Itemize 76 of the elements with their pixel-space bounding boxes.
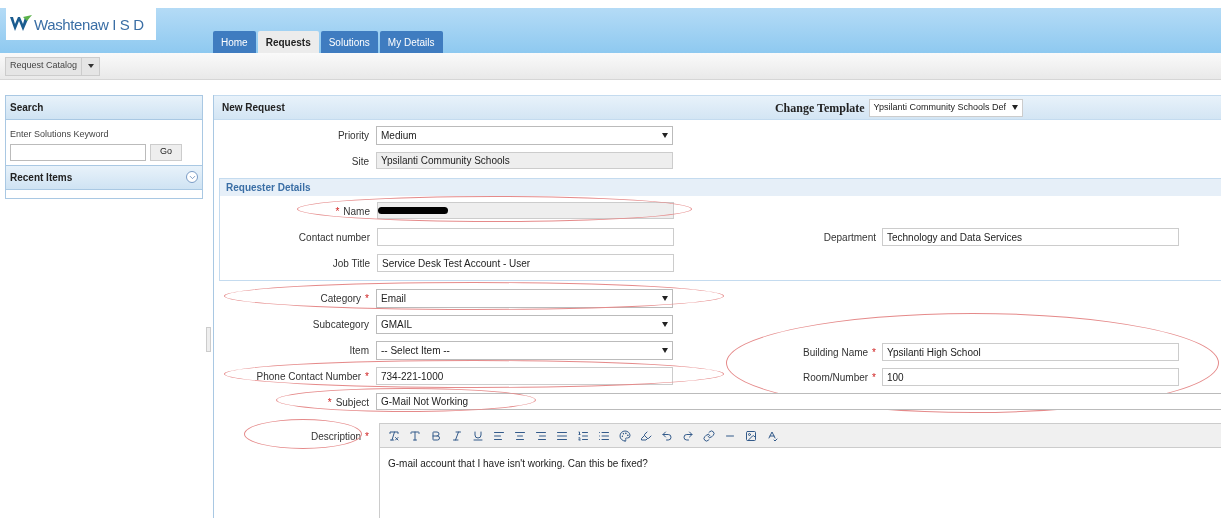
dropdown-arrow-icon: [662, 296, 668, 301]
text-style-icon[interactable]: [407, 428, 422, 443]
field-label: Subcategory: [312, 318, 369, 332]
caret-icon: [87, 64, 94, 68]
select-value: Medium: [381, 129, 417, 143]
form-title: New Request: [222, 101, 285, 115]
section-header: Requester Details: [220, 179, 1221, 196]
text-color-icon[interactable]: [617, 428, 632, 443]
field-label: Contact number: [298, 231, 370, 245]
field-label: Site: [351, 155, 369, 169]
expand-icon[interactable]: [186, 171, 198, 183]
required-mark: *: [327, 396, 332, 410]
read-only-field: Ypsilanti Community Schools: [376, 152, 673, 169]
splitter-handle[interactable]: [205, 327, 211, 352]
nav-tab[interactable]: Home: [213, 31, 256, 53]
select-field[interactable]: Medium: [376, 126, 673, 145]
select-value: Ypsilanti Community Schools Def: [873, 100, 1006, 114]
select-value: -- Select Item --: [381, 344, 450, 358]
redaction-bar: [378, 207, 448, 214]
input-field[interactable]: Service Desk Test Account - User: [377, 254, 674, 272]
required-mark: *: [365, 430, 369, 444]
required-mark: *: [365, 292, 369, 306]
image-icon[interactable]: [743, 428, 758, 443]
field-label: Priority: [337, 129, 369, 143]
link-icon[interactable]: [701, 428, 716, 443]
input-field[interactable]: 734-221-1000: [376, 367, 673, 385]
search-field[interactable]: [10, 143, 146, 161]
template-label: Change Template: [774, 99, 865, 117]
dropdown-arrow-icon: [662, 348, 668, 353]
field-label: Room/Number: [803, 371, 869, 385]
dropdown-arrow-icon: [662, 133, 668, 138]
search-label: Enter Solutions Keyword: [10, 128, 110, 141]
field-label: Name: [343, 205, 370, 219]
nav-tab[interactable]: My Details: [379, 31, 443, 53]
template-select[interactable]: Ypsilanti Community Schools Def: [868, 98, 1023, 117]
select-field[interactable]: GMAIL: [376, 315, 673, 334]
go-button[interactable]: Go: [150, 143, 182, 161]
select-field[interactable]: -- Select Item --: [376, 341, 673, 360]
field-label: Job Title: [332, 257, 370, 271]
panel-header: Search: [6, 96, 202, 120]
request-catalog-button[interactable]: Request Catalog: [5, 56, 83, 76]
logo-mark-icon: [10, 15, 32, 33]
required-mark: *: [872, 371, 876, 385]
description-text: G-mail account that I have isn't working. Can this be fixed?: [388, 458, 648, 469]
field-label: Subject: [335, 396, 369, 410]
field-label: Phone Contact Number: [256, 370, 362, 384]
name-field[interactable]: [377, 202, 674, 219]
select-field[interactable]: Email: [376, 289, 673, 308]
numbered-list-icon[interactable]: [575, 428, 590, 443]
nav-tab[interactable]: Solutions: [320, 31, 378, 53]
logo-text: Washtenaw I S D: [34, 16, 144, 32]
logo[interactable]: Washtenaw I S D: [6, 8, 156, 40]
input-field[interactable]: 100: [882, 368, 1179, 386]
select-value: Email: [381, 292, 406, 306]
dropdown-button[interactable]: [82, 56, 101, 76]
nav-tab[interactable]: Requests: [257, 31, 319, 53]
panel-title: Recent Items: [10, 170, 73, 185]
input-field[interactable]: Technology and Data Services: [882, 228, 1179, 246]
clear-format-icon[interactable]: [386, 428, 401, 443]
dropdown-arrow-icon: [662, 322, 668, 327]
field-label: Building Name: [803, 346, 869, 360]
undo-icon[interactable]: [659, 428, 674, 443]
input-field[interactable]: Ypsilanti High School: [882, 343, 1179, 361]
field-label: Category: [320, 292, 362, 306]
required-mark: *: [365, 370, 369, 384]
input-field[interactable]: [377, 228, 674, 246]
rich-text-editor[interactable]: G-mail account that I have isn't working. Can this be fixed?: [379, 423, 1221, 518]
dropdown-arrow-icon: [1012, 105, 1018, 110]
field-label: Department: [823, 231, 876, 245]
required-mark: *: [872, 346, 876, 360]
required-mark: *: [335, 205, 340, 219]
redo-icon[interactable]: [680, 428, 695, 443]
select-value: GMAIL: [381, 318, 413, 332]
field-label: Item: [349, 344, 369, 358]
input-field[interactable]: G-Mail Not Working: [376, 393, 1221, 410]
field-label: Description: [311, 430, 362, 444]
